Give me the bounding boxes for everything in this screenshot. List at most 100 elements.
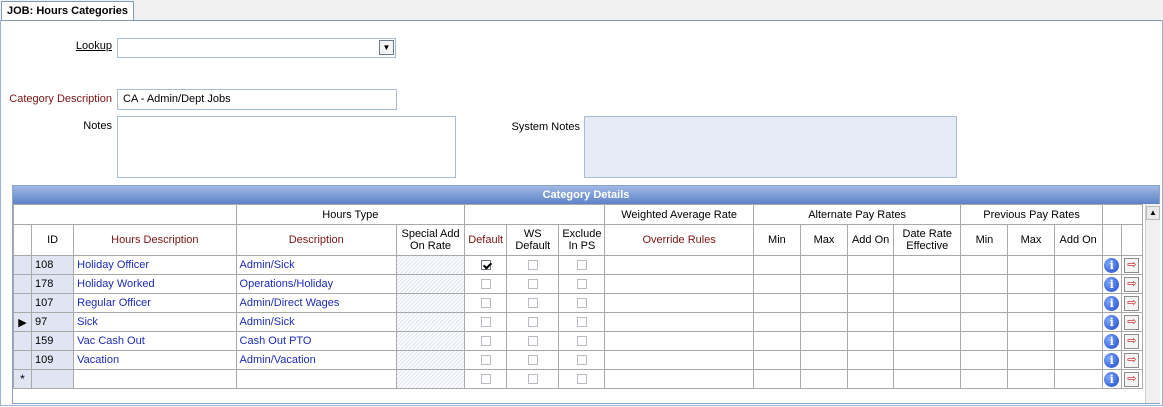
ws-default-checkbox[interactable]: [527, 374, 538, 385]
cell-exclude-in-ps[interactable]: [558, 331, 606, 351]
cell-description[interactable]: Operations/Holiday: [235, 274, 397, 294]
cell-alt-min[interactable]: [752, 312, 801, 332]
cell-prev-max[interactable]: [1007, 274, 1055, 294]
cell-hours-description[interactable]: Vacation: [73, 350, 237, 370]
row-indicator[interactable]: [12, 255, 33, 275]
ws-default-checkbox[interactable]: [527, 355, 538, 366]
cell-override-rules[interactable]: [604, 274, 754, 294]
cell-hours-description[interactable]: Holiday Officer: [73, 255, 237, 275]
col-header-alt-max[interactable]: Max: [799, 224, 849, 256]
cell-prev-max[interactable]: [1007, 255, 1055, 275]
row-indicator[interactable]: [12, 274, 33, 294]
info-icon[interactable]: i: [1104, 276, 1120, 292]
col-header-prev-max[interactable]: Max: [1007, 224, 1055, 256]
cell-description[interactable]: Admin/Direct Wages: [235, 293, 397, 313]
ws-default-checkbox[interactable]: [527, 317, 538, 328]
cell-alt-max[interactable]: [799, 331, 849, 351]
cell-alt-max[interactable]: [799, 255, 849, 275]
col-header-alt-add-on[interactable]: Add On: [847, 224, 895, 256]
col-header-alt-min[interactable]: Min: [752, 224, 801, 256]
cell-prev-min[interactable]: [960, 293, 1009, 313]
cell-prev-add-on[interactable]: [1053, 255, 1103, 275]
cell-alt-max[interactable]: [799, 350, 849, 370]
cell-jump[interactable]: ⇨: [1120, 255, 1144, 275]
jump-to-icon[interactable]: ⇨: [1124, 314, 1140, 330]
row-indicator[interactable]: *: [12, 369, 33, 389]
cell-alt-min[interactable]: [752, 293, 801, 313]
cell-prev-max[interactable]: [1007, 350, 1055, 370]
col-header-ws-default[interactable]: WS Default: [506, 224, 560, 256]
cell-hours-description[interactable]: Vac Cash Out: [73, 331, 237, 351]
cell-default[interactable]: [464, 255, 508, 275]
cell-ws-default[interactable]: [506, 331, 560, 351]
cell-id[interactable]: [31, 369, 75, 389]
col-header-special-add-on-rate[interactable]: Special Add On Rate: [395, 224, 466, 256]
tab-hours-categories[interactable]: JOB: Hours Categories: [1, 1, 135, 20]
info-icon[interactable]: i: [1104, 333, 1120, 349]
info-icon[interactable]: i: [1104, 314, 1120, 330]
cell-exclude-in-ps[interactable]: [558, 293, 606, 313]
exclude-in-ps-checkbox[interactable]: [576, 336, 587, 347]
ws-default-checkbox[interactable]: [527, 279, 538, 290]
cell-hours-description[interactable]: Regular Officer: [73, 293, 237, 313]
cell-alt-min[interactable]: [752, 369, 801, 389]
new-table-row[interactable]: * i ⇨: [12, 369, 1144, 389]
cell-date-rate-effective[interactable]: [893, 312, 962, 332]
jump-to-icon[interactable]: ⇨: [1124, 333, 1140, 349]
jump-to-icon[interactable]: ⇨: [1124, 295, 1140, 311]
cell-ws-default[interactable]: [506, 274, 560, 294]
info-icon[interactable]: i: [1104, 352, 1120, 368]
cell-description[interactable]: [235, 369, 397, 389]
cell-id[interactable]: 97: [31, 312, 75, 332]
cell-info[interactable]: i: [1101, 369, 1122, 389]
default-checkbox[interactable]: [480, 279, 491, 290]
cell-alt-max[interactable]: [799, 369, 849, 389]
default-checkbox[interactable]: [480, 260, 491, 271]
col-header-description[interactable]: Description: [235, 224, 397, 256]
cell-default[interactable]: [464, 312, 508, 332]
cell-ws-default[interactable]: [506, 255, 560, 275]
cell-prev-max[interactable]: [1007, 312, 1055, 332]
default-checkbox[interactable]: [480, 317, 491, 328]
cell-prev-min[interactable]: [960, 331, 1009, 351]
cell-info[interactable]: i: [1101, 274, 1122, 294]
cell-alt-max[interactable]: [799, 293, 849, 313]
col-header-id[interactable]: ID: [31, 224, 75, 256]
cell-jump[interactable]: ⇨: [1120, 293, 1144, 313]
cell-hours-description[interactable]: Sick: [73, 312, 237, 332]
cell-prev-min[interactable]: [960, 255, 1009, 275]
exclude-in-ps-checkbox[interactable]: [576, 355, 587, 366]
cell-jump[interactable]: ⇨: [1120, 331, 1144, 351]
col-header-hours-description[interactable]: Hours Description: [73, 224, 237, 256]
cell-alt-min[interactable]: [752, 331, 801, 351]
cell-id[interactable]: 178: [31, 274, 75, 294]
cell-prev-add-on[interactable]: [1053, 274, 1103, 294]
default-checkbox[interactable]: [480, 298, 491, 309]
cell-exclude-in-ps[interactable]: [558, 350, 606, 370]
info-icon[interactable]: i: [1104, 371, 1120, 387]
cell-info[interactable]: i: [1101, 331, 1122, 351]
cell-hours-description[interactable]: [73, 369, 237, 389]
cell-id[interactable]: 107: [31, 293, 75, 313]
notes-textarea[interactable]: [117, 116, 456, 178]
cell-exclude-in-ps[interactable]: [558, 255, 606, 275]
col-header-date-rate-effective[interactable]: Date Rate Effective: [893, 224, 962, 256]
cell-id[interactable]: 159: [31, 331, 75, 351]
cell-override-rules[interactable]: [604, 293, 754, 313]
cell-prev-add-on[interactable]: [1053, 312, 1103, 332]
exclude-in-ps-checkbox[interactable]: [576, 298, 587, 309]
cell-date-rate-effective[interactable]: [893, 274, 962, 294]
cell-alt-min[interactable]: [752, 255, 801, 275]
cell-id[interactable]: 108: [31, 255, 75, 275]
table-row[interactable]: 107 Regular Officer Admin/Direct Wages i ⇨: [12, 293, 1144, 313]
cell-exclude-in-ps[interactable]: [558, 274, 606, 294]
cell-description[interactable]: Cash Out PTO: [235, 331, 397, 351]
cell-jump[interactable]: ⇨: [1120, 312, 1144, 332]
cell-default[interactable]: [464, 369, 508, 389]
exclude-in-ps-checkbox[interactable]: [576, 279, 587, 290]
cell-jump[interactable]: ⇨: [1120, 350, 1144, 370]
cell-alt-add-on[interactable]: [847, 255, 895, 275]
cell-override-rules[interactable]: [604, 350, 754, 370]
cell-prev-max[interactable]: [1007, 293, 1055, 313]
cell-alt-max[interactable]: [799, 274, 849, 294]
